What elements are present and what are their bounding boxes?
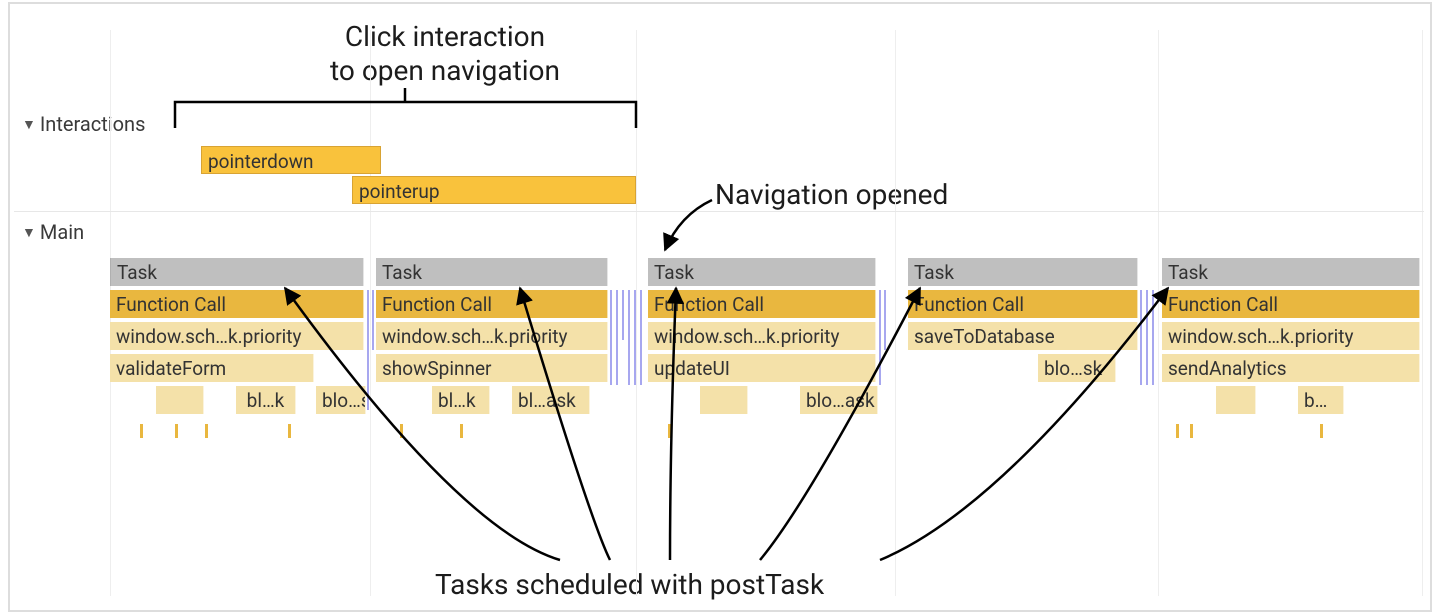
stack-bar[interactable]: blo…sk [316,386,366,414]
layout-slice [616,290,618,385]
interactions-track-label[interactable]: ▼Interactions [22,112,145,136]
flame-tick [460,424,463,438]
stack-bar[interactable]: window.sch…k.priority [110,322,364,350]
flame-tick [400,424,403,438]
flame-tick [175,424,178,438]
stack-bar[interactable] [700,386,748,414]
flame-tick [1176,424,1179,438]
stack-bar[interactable]: validateForm [110,354,314,382]
layout-slice [622,290,624,340]
annotation-tasks-scheduled: Tasks scheduled with postTask [435,568,824,602]
flame-tick [1320,424,1323,438]
stack-bar[interactable]: window.sch…k.priority [376,322,608,350]
stack-bar[interactable]: bl…ask [512,386,590,414]
gridline [1158,30,1159,596]
task-bar[interactable]: Task [648,258,876,286]
function-call-bar[interactable]: Function Call [110,290,364,318]
stack-bar[interactable] [156,386,204,414]
flame-tick [140,424,143,438]
stack-bar[interactable]: b… [1298,386,1344,414]
main-label-text: Main [40,220,84,244]
stack-bar[interactable]: blo…ask [800,386,878,414]
layout-slice [640,290,642,385]
main-track-label[interactable]: ▼Main [22,220,84,244]
gridline [636,30,637,596]
flame-tick [205,424,208,438]
layout-slice [634,290,636,385]
function-call-bar[interactable]: Function Call [908,290,1138,318]
flame-tick [288,424,291,438]
task-bar[interactable]: Task [1162,258,1420,286]
interaction-bar-pointerdown[interactable]: pointerdown [201,146,381,174]
stack-bar[interactable]: showSpinner [376,354,608,382]
layout-slice [1152,290,1154,385]
layout-slice [367,290,369,410]
stack-bar[interactable]: window.sch…k.priority [648,322,876,350]
stack-bar[interactable]: saveToDatabase [908,322,1138,350]
function-call-bar[interactable]: Function Call [648,290,876,318]
chevron-down-icon: ▼ [22,116,36,133]
layout-slice [1140,290,1142,385]
flame-tick [668,424,671,438]
stack-bar[interactable]: sendAnalytics [1162,354,1420,382]
stack-bar[interactable]: updateUI [648,354,876,382]
stack-bar[interactable]: bl…k [432,386,490,414]
stack-bar[interactable]: window.sch…k.priority [1162,322,1420,350]
stack-bar[interactable] [1216,386,1256,414]
stack-bar[interactable]: blo…sk [1038,354,1116,382]
layout-slice [628,290,630,385]
stack-bar[interactable]: bl…k [236,386,296,414]
gridline [895,30,896,596]
task-bar[interactable]: Task [908,258,1138,286]
layout-slice [372,290,374,350]
track-divider [14,211,1424,212]
interaction-bar-pointerup[interactable]: pointerup [352,176,636,204]
flame-tick [1190,424,1193,438]
annotation-click-line1: Click interaction [275,20,615,54]
layout-slice [1146,290,1148,385]
gridline [1422,30,1423,596]
interactions-label-text: Interactions [40,112,146,136]
annotation-nav-opened: Navigation opened [715,178,948,212]
annotation-click-line2: to open navigation [275,54,615,88]
layout-slice [610,290,612,385]
task-bar[interactable]: Task [110,258,364,286]
task-bar[interactable]: Task [376,258,608,286]
layout-slice [884,290,886,350]
layout-slice [879,290,881,385]
chevron-down-icon: ▼ [22,224,36,241]
function-call-bar[interactable]: Function Call [1162,290,1420,318]
gridline [370,30,371,596]
function-call-bar[interactable]: Function Call [376,290,608,318]
